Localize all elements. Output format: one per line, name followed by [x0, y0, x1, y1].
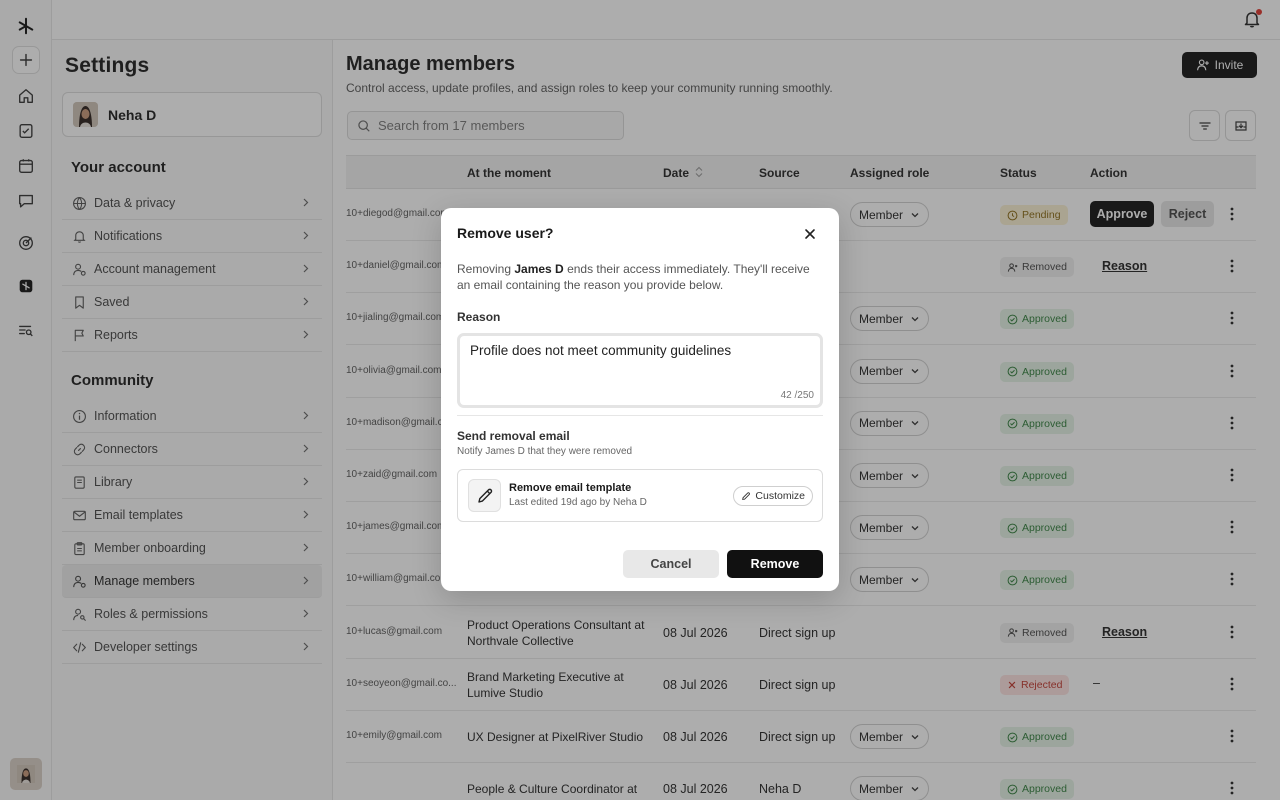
customize-label: Customize	[755, 490, 805, 502]
dialog-description: Removing James D ends their access immed…	[457, 261, 823, 293]
remove-button[interactable]: Remove	[727, 550, 823, 578]
edit-pencil-icon	[742, 492, 751, 500]
template-meta: Last edited 19d ago by Neha D	[509, 497, 647, 508]
template-name: Remove email template	[509, 482, 632, 494]
cancel-button[interactable]: Cancel	[623, 550, 719, 578]
remove-user-dialog: Remove user? Removing James D ends their…	[441, 208, 839, 591]
dialog-title: Remove user?	[457, 225, 554, 241]
char-counter: 42 /250	[780, 390, 814, 401]
divider	[457, 415, 823, 416]
pencil-icon	[468, 479, 501, 512]
reason-textarea[interactable]: Profile does not meet community guidelin…	[457, 333, 823, 408]
send-email-subtitle: Notify James D that they were removed	[457, 446, 633, 457]
email-template-card: Remove email template Last edited 19d ag…	[457, 469, 823, 522]
customize-button[interactable]: Customize	[733, 486, 813, 506]
send-email-title: Send removal email	[457, 429, 570, 443]
close-icon[interactable]	[803, 227, 817, 241]
reason-label: Reason	[457, 310, 501, 324]
desc-user-name: James D	[514, 262, 564, 276]
desc-prefix: Removing	[457, 262, 515, 276]
reason-value: Profile does not meet community guidelin…	[470, 343, 732, 358]
